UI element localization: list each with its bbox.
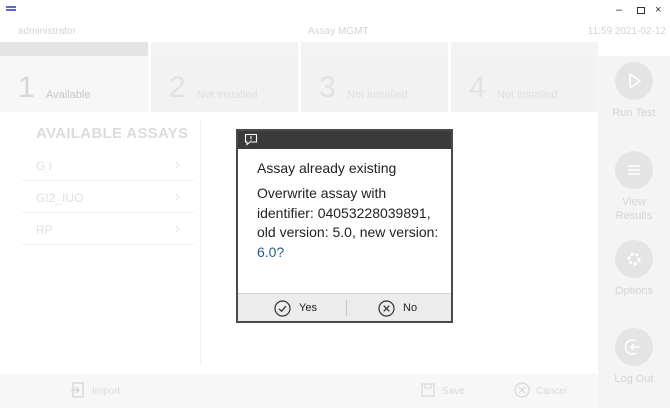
message-icon <box>244 133 258 146</box>
window-titlebar: – × <box>0 0 670 22</box>
dialog-footer: Yes No <box>238 293 451 321</box>
footer-divider <box>346 300 347 316</box>
panel-divider <box>200 120 201 365</box>
slot-number: 2 <box>169 71 186 104</box>
close-button[interactable]: × <box>655 4 661 16</box>
yes-button[interactable]: Yes <box>274 294 317 322</box>
chevron-right-icon: › <box>175 156 180 173</box>
log-out-button[interactable]: Log Out <box>598 328 670 386</box>
view-results-button[interactable]: View Results <box>598 151 670 223</box>
slot-label: Not installed <box>497 89 558 101</box>
x-circle-icon <box>378 299 395 317</box>
save-button[interactable]: Save <box>420 382 465 401</box>
slot-label: Not installed <box>347 89 408 101</box>
yes-label: Yes <box>299 302 317 314</box>
app-header: administrator Assay MGMT 11:59 2021-02-1… <box>0 22 670 42</box>
no-button[interactable]: No <box>378 294 417 322</box>
slot-number: 4 <box>469 71 486 104</box>
slot-2-progress <box>151 42 298 56</box>
options-button[interactable]: Options <box>598 240 670 298</box>
clock: 11:59 2021-02-12 <box>587 26 666 37</box>
slot-4-progress <box>451 42 598 56</box>
slot-label: Available <box>46 89 91 101</box>
maximize-button[interactable] <box>637 7 645 14</box>
assay-list-item[interactable]: RP › <box>22 215 194 245</box>
right-sidebar: Run Test View Results Options Log Out <box>598 56 670 408</box>
user-name: administrator <box>18 26 76 37</box>
import-label: Import <box>92 386 121 398</box>
cancel-label: Cancel <box>536 386 568 398</box>
dialog-message-main: Overwrite assay with identifier: 0405322… <box>257 185 439 240</box>
slot-number: 1 <box>18 71 35 104</box>
slot-1-progress <box>0 42 148 56</box>
assay-list-item[interactable]: GI2_IUO › <box>22 183 194 213</box>
assay-name: GI2_IUO <box>36 191 84 205</box>
play-icon <box>615 62 653 100</box>
import-button[interactable]: Import <box>70 382 120 401</box>
slot-3-progress <box>301 42 448 56</box>
import-icon <box>70 382 86 401</box>
dialog-header <box>238 131 451 149</box>
slot-tab-3[interactable]: 3 Not installed <box>301 56 448 112</box>
gear-icon <box>615 240 653 278</box>
cancel-icon <box>514 382 530 401</box>
minimize-button[interactable]: – <box>616 4 622 16</box>
assay-name: RP <box>36 223 53 237</box>
save-label: Save <box>442 386 465 398</box>
slot-tab-2[interactable]: 2 Not installed <box>151 56 298 112</box>
assay-exists-dialog: Assay already existing Overwrite assay w… <box>236 129 453 323</box>
chevron-right-icon: › <box>175 220 180 237</box>
list-icon <box>615 151 653 189</box>
log-out-label: Log Out <box>614 373 654 385</box>
slot-tab-4[interactable]: 4 Not installed <box>451 56 598 112</box>
slot-tabs: 1 Available 2 Not installed 3 Not instal… <box>0 56 600 112</box>
bottom-action-bar: Import Save Cancel <box>0 374 598 408</box>
view-results-label: View Results <box>615 196 653 222</box>
no-label: No <box>403 302 418 314</box>
save-icon <box>420 382 436 401</box>
chevron-right-icon: › <box>175 188 180 205</box>
cancel-button[interactable]: Cancel <box>514 382 567 401</box>
available-assays-heading: AVAILABLE ASSAYS <box>36 125 189 142</box>
slot-label: Not installed <box>197 89 258 101</box>
run-test-button[interactable]: Run Test <box>598 62 670 120</box>
screen-title: Assay MGMT <box>308 26 369 37</box>
assay-name: G I <box>36 159 53 173</box>
run-test-label: Run Test <box>612 107 656 119</box>
app-icon <box>6 6 16 14</box>
options-label: Options <box>615 285 653 297</box>
dialog-message-version: 6.0? <box>257 243 285 260</box>
slot-number: 3 <box>319 71 336 104</box>
dialog-title: Assay already existing <box>257 160 397 176</box>
logout-icon <box>615 328 653 366</box>
check-circle-icon <box>274 299 291 317</box>
slot-tab-1[interactable]: 1 Available <box>0 56 148 112</box>
assay-list-item[interactable]: G I › <box>22 151 194 181</box>
dialog-message: Overwrite assay with identifier: 0405322… <box>257 184 442 262</box>
